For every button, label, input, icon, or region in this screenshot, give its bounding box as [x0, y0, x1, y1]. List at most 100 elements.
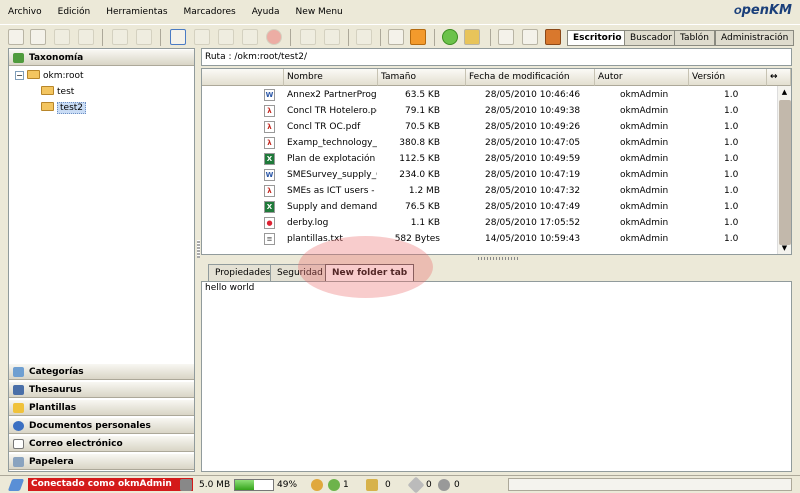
workflow-icon[interactable] — [356, 29, 372, 45]
delete-icon[interactable] — [194, 29, 210, 45]
documentos-personales-header[interactable]: Documentos personales — [9, 417, 194, 434]
plantillas-header[interactable]: Plantillas — [9, 399, 194, 416]
remove-subscription-icon[interactable] — [410, 29, 426, 45]
tab-propiedades[interactable]: Propiedades — [208, 264, 278, 282]
table-row[interactable]: W SMESurvey_supply_G 234.0 KB 28/05/2010 10… — [202, 167, 777, 183]
table-row[interactable]: X Plan de explotación C 112.5 KB 28/05/2010… — [202, 151, 777, 167]
tab-content-text: hello world — [205, 283, 255, 293]
table-row[interactable]: X Supply and demand N 76.5 KB 28/05/2010 10… — [202, 199, 777, 215]
users-icon[interactable] — [311, 479, 323, 491]
table-row[interactable]: ● derby.log 1.1 KB 28/05/2010 17:05:52 okmAd… — [202, 215, 777, 231]
tab-escritorio[interactable]: Escritorio — [567, 30, 628, 46]
home-icon[interactable] — [464, 29, 480, 45]
menu-ayuda[interactable]: Ayuda — [244, 0, 288, 24]
vertical-splitter[interactable] — [197, 240, 200, 258]
pdf-file-icon: λ — [264, 185, 275, 197]
add-document-icon[interactable] — [170, 29, 186, 45]
correo-header[interactable]: Correo electrónico — [9, 435, 194, 452]
cell-date: 28/05/2010 10:49:26 — [485, 122, 581, 132]
tab-tablon[interactable]: Tablón — [674, 30, 715, 46]
cancel-checkout-icon[interactable] — [266, 29, 282, 45]
cell-date: 28/05/2010 10:49:59 — [485, 154, 581, 164]
subscriptions-count: 0 — [426, 480, 432, 490]
collapse-icon[interactable]: − — [15, 71, 24, 80]
checkin-icon[interactable] — [242, 29, 258, 45]
cell-name: Concl TR OC.pdf — [287, 122, 361, 132]
taxonomia-header[interactable]: Taxonomía — [9, 49, 194, 66]
cell-version: 1.0 — [724, 218, 739, 228]
cell-name: Supply and demand N — [287, 202, 377, 212]
cell-author: okmAdmin — [620, 90, 669, 100]
quota-progress-bar — [234, 479, 274, 491]
folder-icon — [41, 86, 54, 95]
tab-buscador[interactable]: Buscador — [624, 30, 678, 46]
column-header-version[interactable]: Versión — [689, 69, 767, 86]
table-row[interactable]: λ Examp_technology_m 380.8 KB 28/05/2010 10… — [202, 135, 777, 151]
user-online-icon[interactable] — [328, 479, 340, 491]
table-row[interactable]: λ SMEs as ICT users - s 1.2 MB 28/05/2010 1… — [202, 183, 777, 199]
create-folder-icon[interactable] — [8, 29, 24, 45]
column-header-autor[interactable]: Autor — [595, 69, 689, 86]
tab-administracion[interactable]: Administración — [715, 30, 795, 46]
edit-icon[interactable] — [218, 29, 234, 45]
scanner-icon[interactable] — [545, 29, 561, 45]
toolbar-separator — [380, 29, 381, 46]
table-row[interactable]: λ Concl TR OC.pdf 70.5 KB 28/05/2010 10:49:… — [202, 119, 777, 135]
status-message-field — [508, 478, 792, 491]
print-icon[interactable] — [522, 29, 538, 45]
cell-version: 1.0 — [724, 170, 739, 180]
tree-node-root[interactable]: − okm:root — [15, 69, 84, 84]
column-header-tamano[interactable]: Tamaño — [378, 69, 466, 86]
remove-property-group-icon[interactable] — [324, 29, 340, 45]
folder-open-icon — [27, 70, 40, 79]
subscription-icon[interactable] — [407, 476, 425, 493]
refresh-icon[interactable] — [442, 29, 458, 45]
cell-author: okmAdmin — [620, 106, 669, 116]
menu-marcadores[interactable]: Marcadores — [176, 0, 244, 24]
lock-icon[interactable] — [112, 29, 128, 45]
table-row[interactable]: ≡ plantillas.txt 582 Bytes 14/05/2010 10:59… — [202, 231, 777, 247]
find-document-icon[interactable] — [54, 29, 70, 45]
table-row[interactable]: λ Concl TR Hotelero.pdl 79.1 KB 28/05/2010 … — [202, 103, 777, 119]
properties-tabbar: Propiedades Seguridad New folder tab — [201, 262, 792, 282]
scroll-down-icon[interactable]: ▼ — [778, 242, 791, 254]
find-similar-icon[interactable] — [78, 29, 94, 45]
gear-icon[interactable] — [438, 479, 450, 491]
menu-edicion[interactable]: Edición — [50, 0, 99, 24]
cell-size: 380.8 KB — [399, 138, 440, 148]
tree-node-test2[interactable]: test2 — [41, 101, 87, 116]
thesaurus-header[interactable]: Thesaurus — [9, 381, 194, 398]
papelera-header[interactable]: Papelera — [9, 453, 194, 470]
cell-author: okmAdmin — [620, 218, 669, 228]
column-resize-icon[interactable]: ↔ — [767, 69, 791, 86]
vertical-scrollbar[interactable]: ▲ ▼ — [777, 86, 791, 254]
export-icon[interactable] — [498, 29, 514, 45]
categorias-header[interactable]: Categorías — [9, 363, 194, 380]
cell-date: 28/05/2010 10:47:05 — [485, 138, 581, 148]
cell-version: 1.0 — [724, 186, 739, 196]
column-header-fecha[interactable]: Fecha de modificación — [466, 69, 595, 86]
folder-icon — [41, 102, 54, 111]
workflows-count: 0 — [454, 480, 460, 490]
table-row[interactable]: W Annex2 PartnerProgre 63.5 KB 28/05/2010 1… — [202, 87, 777, 103]
disk-icon — [180, 479, 192, 491]
menu-archivo[interactable]: Archivo — [0, 0, 50, 24]
lock-icon[interactable] — [366, 479, 378, 491]
add-property-group-icon[interactable] — [300, 29, 316, 45]
column-header-nombre[interactable]: Nombre — [284, 69, 378, 86]
word-file-icon: W — [264, 169, 275, 181]
add-subscription-icon[interactable] — [388, 29, 404, 45]
menu-new-menu[interactable]: New Menu — [288, 0, 351, 24]
tree-node-test[interactable]: test — [41, 85, 74, 100]
menu-herramientas[interactable]: Herramientas — [98, 0, 175, 24]
mail-icon — [13, 439, 24, 449]
unlock-icon[interactable] — [136, 29, 152, 45]
pdf-file-icon: λ — [264, 121, 275, 133]
scroll-up-icon[interactable]: ▲ — [778, 86, 791, 98]
cell-author: okmAdmin — [620, 138, 669, 148]
scrollbar-thumb[interactable] — [779, 100, 791, 245]
horizontal-splitter[interactable] — [478, 257, 518, 260]
file-table: Nombre Tamaño Fecha de modificación Auto… — [201, 68, 792, 255]
find-folder-icon[interactable] — [30, 29, 46, 45]
thesaurus-icon — [13, 385, 24, 395]
